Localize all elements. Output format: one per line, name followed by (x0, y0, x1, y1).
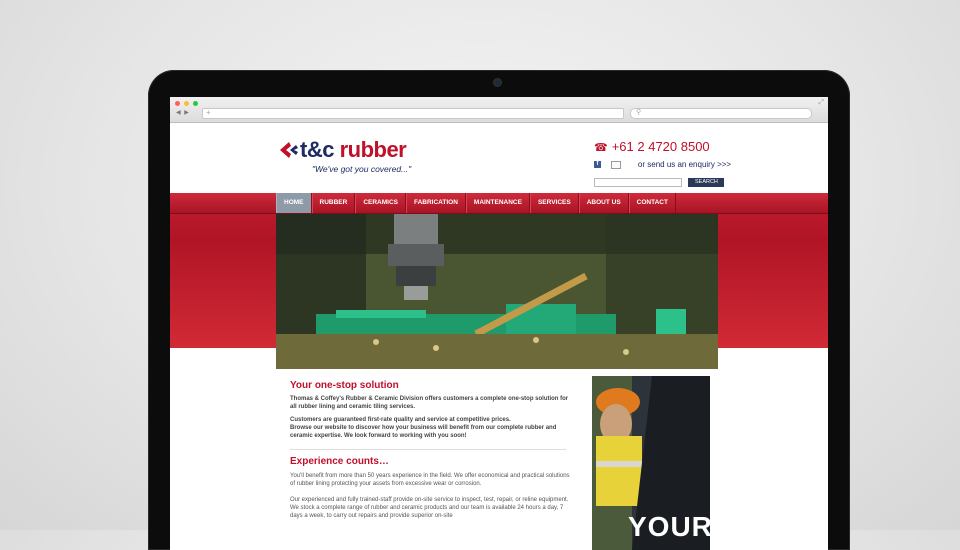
intro-paragraph: Thomas & Coffey's Rubber & Ceramic Divis… (290, 396, 569, 410)
logo-text: t&c rubber (300, 137, 407, 163)
nav-ceramics[interactable]: CERAMICS (355, 193, 406, 213)
web-page: t&c rubber "We've got you covered..." ☎ +… (170, 123, 828, 550)
mail-icon[interactable] (611, 160, 622, 169)
logo-suffix: rubber (333, 137, 407, 162)
camera-icon (494, 79, 501, 86)
milling-machine-image (276, 214, 718, 369)
nav-fabrication[interactable]: FABRICATION (405, 193, 466, 213)
site-header: t&c rubber "We've got you covered..." ☎ +… (170, 123, 828, 193)
nav-rubber[interactable]: RUBBER (311, 193, 356, 213)
maximize-window-button[interactable] (193, 101, 198, 106)
minimize-window-button[interactable] (184, 101, 189, 106)
main-content: Your one-stop solution Thomas & Coffey's… (276, 372, 718, 550)
browser-search-field[interactable]: ⚲ (630, 108, 812, 119)
main-nav: HOME RUBBER CERAMICS FABRICATION MAINTEN… (170, 193, 828, 214)
nav-services[interactable]: SERVICES (529, 193, 579, 213)
address-bar[interactable]: + (202, 108, 624, 119)
search-button[interactable]: SEARCH (688, 178, 725, 188)
nav-home[interactable]: HOME (276, 193, 312, 213)
divider (290, 449, 566, 450)
side-banner-image[interactable]: YOUR (592, 376, 710, 550)
hero-image (276, 214, 718, 369)
phone-number[interactable]: ☎ +61 2 4720 8500 (594, 139, 710, 154)
heading-experience-counts: Experience counts… (290, 456, 389, 467)
experience-paragraph-1: You'll benefit from more than 50 years e… (290, 473, 570, 487)
tagline: "We've got you covered..." (312, 164, 412, 174)
search-icon: ⚲ (636, 109, 642, 116)
logo-prefix: t&c (300, 137, 334, 162)
nav-contact[interactable]: CONTACT (628, 193, 676, 213)
logo-mark-icon (280, 142, 298, 158)
experience-paragraph-2: Our experienced and fully trained-staff … (290, 497, 569, 519)
fullscreen-icon[interactable]: ⤢ (818, 99, 824, 107)
browse-paragraph: Browse our website to discover how your … (290, 425, 557, 439)
enquiry-link[interactable]: or send us an enquiry >>> (638, 160, 731, 169)
browser-toolbar: ◀ ▶ + ⚲ ⤢ (170, 97, 828, 123)
social-links: f or send us an enquiry >>> (594, 156, 731, 169)
back-forward-icon[interactable]: ◀ ▶ (176, 109, 190, 116)
guarantee-paragraph: Customers are guaranteed first-rate qual… (290, 417, 511, 423)
site-search-input[interactable] (594, 178, 682, 188)
phone-icon: ☎ (594, 142, 608, 154)
heading-one-stop-solution: Your one-stop solution (290, 380, 399, 391)
screen: ◀ ▶ + ⚲ ⤢ t&c rubber "We've got you cove… (170, 97, 828, 550)
url-placeholder: + (206, 108, 211, 117)
nav-maintenance[interactable]: MAINTENANCE (465, 193, 530, 213)
phone-text: +61 2 4720 8500 (611, 139, 710, 154)
facebook-icon[interactable]: f (594, 161, 601, 169)
laptop-frame: ◀ ▶ + ⚲ ⤢ t&c rubber "We've got you cove… (148, 70, 850, 550)
nav-about-us[interactable]: ABOUT US (578, 193, 629, 213)
close-window-button[interactable] (175, 101, 180, 106)
side-banner-text: YOUR (628, 511, 710, 542)
site-search: SEARCH (594, 174, 725, 192)
